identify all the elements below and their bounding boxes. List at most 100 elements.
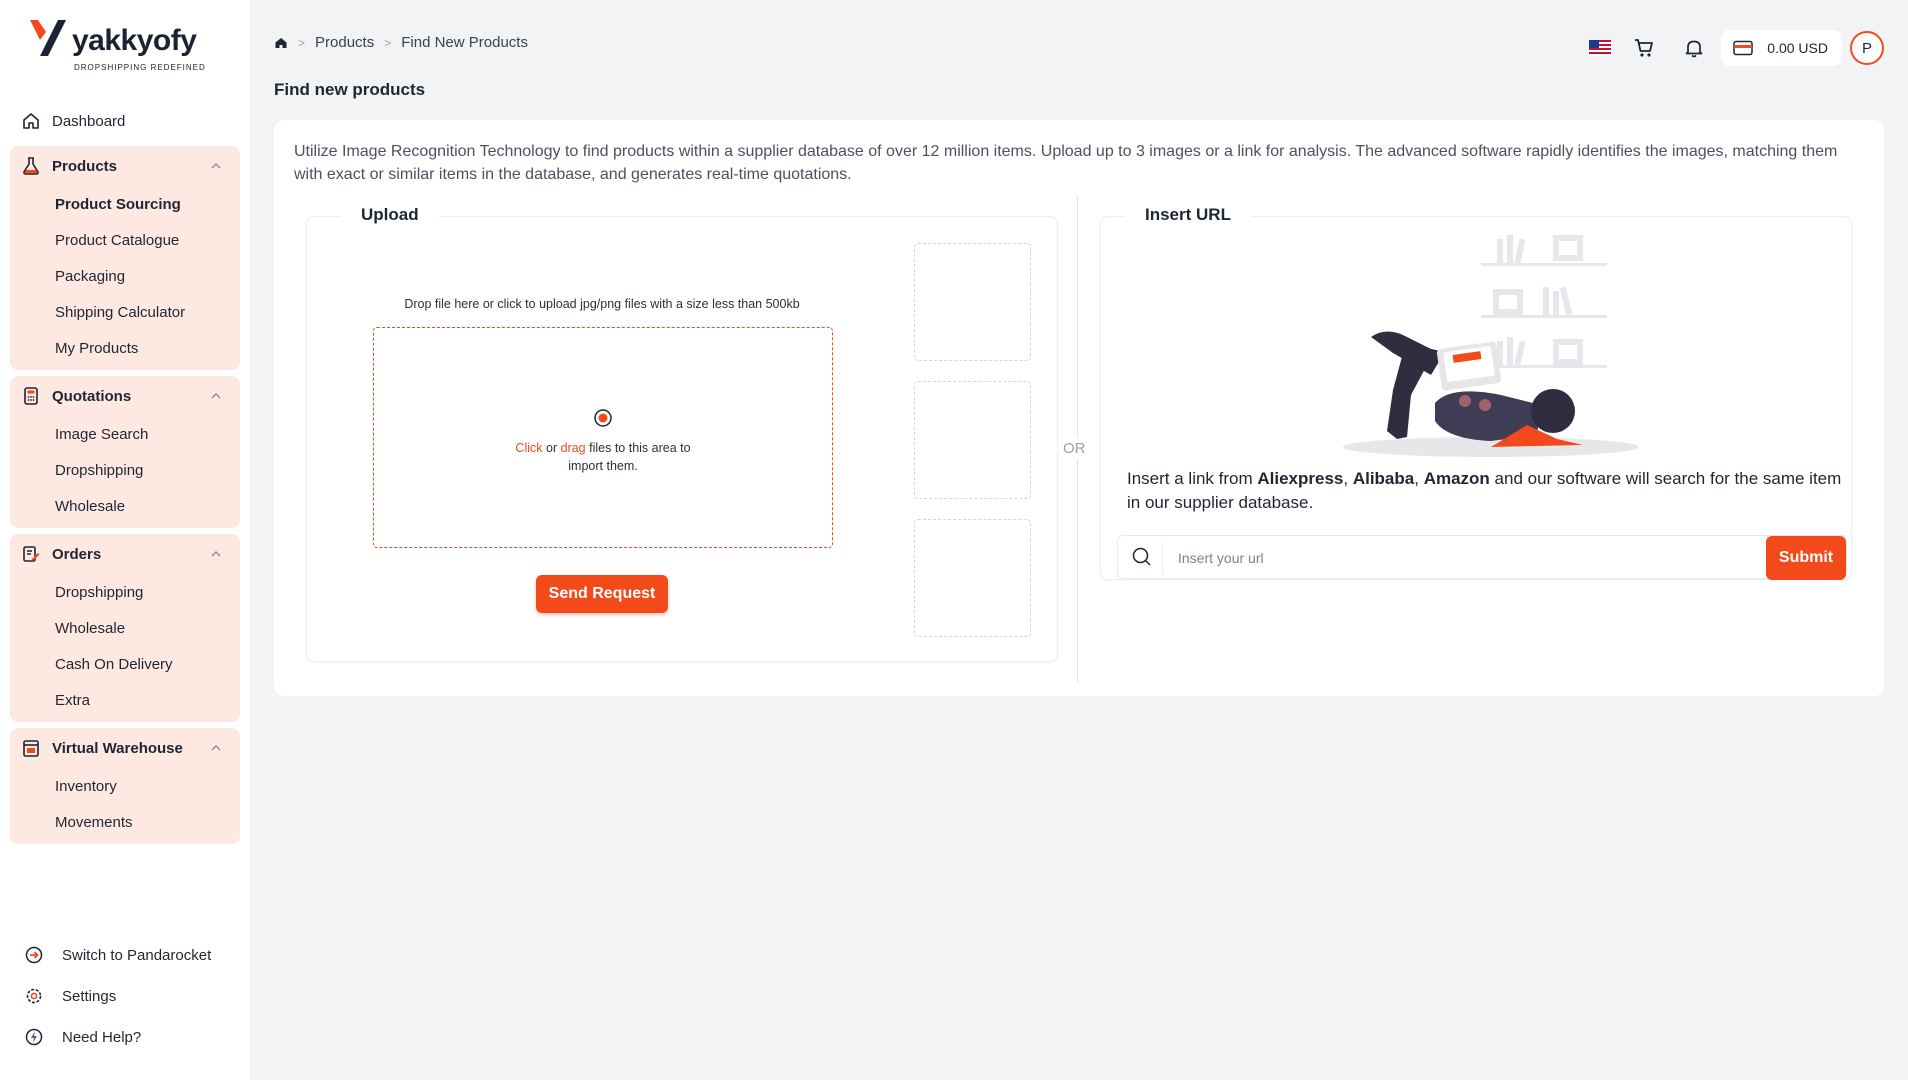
footer-link-label: Switch to Pandarocket <box>62 946 212 964</box>
sidebar-item-image-search[interactable]: Image Search <box>10 416 240 452</box>
sidebar-item-dashboard[interactable]: Dashboard <box>10 108 240 134</box>
sidebar-group-quotations: Quotations Image Search Dropshipping Who… <box>10 376 240 528</box>
bell-icon[interactable] <box>1683 37 1705 59</box>
breadcrumb-separator: > <box>298 35 306 50</box>
sidebar-group-header-products[interactable]: Products <box>10 146 240 186</box>
image-slot-2[interactable] <box>914 381 1031 499</box>
insert-url-description: Insert a link from Aliexpress, Alibaba, … <box>1127 467 1847 515</box>
sidebar-item-movements[interactable]: Movements <box>10 804 240 840</box>
sidebar-item-label: Dashboard <box>52 112 126 130</box>
or-word: or <box>546 441 558 455</box>
sidebar-group-virtual-warehouse: Virtual Warehouse Inventory Movements <box>10 728 240 844</box>
brand-name: yakkyofy <box>72 24 197 57</box>
need-help-link[interactable]: Need Help? <box>24 1024 141 1050</box>
sidebar-item-product-catalogue[interactable]: Product Catalogue <box>10 222 240 258</box>
or-separator: OR <box>1063 438 1086 459</box>
find-products-card: Utilize Image Recognition Technology to … <box>274 120 1884 696</box>
breadcrumb-item-current: Find New Products <box>401 34 528 51</box>
source-aliexpress: Aliexpress <box>1257 469 1344 488</box>
sidebar-item-inventory[interactable]: Inventory <box>10 768 240 804</box>
home-icon[interactable] <box>274 36 288 50</box>
chevron-up-icon[interactable] <box>210 742 222 754</box>
person-with-laptop-illustration <box>1343 235 1639 457</box>
breadcrumb-item-products[interactable]: Products <box>315 34 374 51</box>
sidebar-item-shipping-calculator[interactable]: Shipping Calculator <box>10 294 240 330</box>
switch-icon <box>24 945 62 965</box>
footer-link-label: Need Help? <box>62 1028 142 1046</box>
sidebar-item-quotations-dropshipping[interactable]: Dropshipping <box>10 452 240 488</box>
gear-icon <box>24 986 62 1006</box>
flask-icon <box>10 156 52 176</box>
url-input[interactable] <box>1170 542 1730 574</box>
insert-url-title: Insert URL <box>1125 205 1251 225</box>
switch-to-pandarocket-link[interactable]: Switch to Pandarocket <box>24 942 211 968</box>
chevron-up-icon[interactable] <box>210 390 222 402</box>
upload-hint: Drop file here or click to upload jpg/pn… <box>404 297 800 311</box>
upload-panel: Upload Drop file here or click to upload… <box>306 205 1058 662</box>
chevron-up-icon[interactable] <box>210 548 222 560</box>
settings-link[interactable]: Settings <box>24 983 116 1009</box>
warehouse-icon <box>10 738 52 758</box>
source-alibaba: Alibaba <box>1352 469 1415 488</box>
breadcrumb-separator: > <box>384 35 392 50</box>
home-icon <box>10 111 52 131</box>
image-slot-1[interactable] <box>914 243 1031 361</box>
url-search-bar: Submit <box>1117 535 1847 580</box>
send-request-button[interactable]: Send Request <box>536 575 668 613</box>
upload-title: Upload <box>341 205 439 225</box>
credit-card-icon <box>1733 40 1754 56</box>
main-content: > Products > Find New Products Find new … <box>250 8 1908 1080</box>
sidebar-group-label: Quotations <box>52 387 132 405</box>
logo-mark-icon <box>30 20 66 56</box>
sidebar-item-orders-wholesale[interactable]: Wholesale <box>10 610 240 646</box>
sidebar-item-packaging[interactable]: Packaging <box>10 258 240 294</box>
sidebar-item-cash-on-delivery[interactable]: Cash On Delivery <box>10 646 240 682</box>
url-desc-comma: , <box>1414 469 1424 488</box>
cart-icon[interactable] <box>1633 37 1655 59</box>
click-link[interactable]: Click <box>515 441 542 455</box>
breadcrumb: > Products > Find New Products <box>274 34 528 51</box>
submit-button[interactable]: Submit <box>1766 536 1846 580</box>
search-divider <box>1162 542 1163 574</box>
footer-link-label: Settings <box>62 987 117 1005</box>
upload-dropzone[interactable]: Click or drag files to this area to impo… <box>373 327 833 548</box>
image-slot-3[interactable] <box>914 519 1031 637</box>
page-title: Find new products <box>274 80 426 99</box>
wallet-balance[interactable]: 0.00 USD <box>1721 30 1842 66</box>
header-actions: 0.00 USD P <box>1589 30 1884 66</box>
dropzone-text: Click or drag files to this area to impo… <box>503 439 703 475</box>
insert-url-panel: Insert URL Insert a link from Aliexpress… <box>1100 205 1852 580</box>
sidebar-item-orders-dropshipping[interactable]: Dropshipping <box>10 574 240 610</box>
sidebar-group-orders: Orders Dropshipping Wholesale Cash On De… <box>10 534 240 722</box>
sidebar-group-label: Orders <box>52 545 102 563</box>
sidebar-group-label: Products <box>52 157 118 175</box>
url-desc-comma: , <box>1343 469 1353 488</box>
sidebar-group-products: Products Product Sourcing Product Catalo… <box>10 146 240 370</box>
chevron-up-icon[interactable] <box>210 160 222 172</box>
sidebar-group-header-quotations[interactable]: Quotations <box>10 376 240 416</box>
calculator-icon <box>10 386 52 406</box>
brand-tagline: DROPSHIPPING REDEFINED <box>74 63 206 72</box>
upload-icon <box>594 409 612 427</box>
sidebar-group-label: Virtual Warehouse <box>52 739 183 757</box>
brand-logo[interactable]: yakkyofy DROPSHIPPING REDEFINED <box>28 18 218 78</box>
sidebar-item-extra[interactable]: Extra <box>10 682 240 718</box>
sidebar-group-header-virtual-warehouse[interactable]: Virtual Warehouse <box>10 728 240 768</box>
search-icon <box>1132 547 1151 566</box>
sidebar-item-product-sourcing[interactable]: Product Sourcing <box>10 186 240 222</box>
help-icon <box>24 1027 62 1047</box>
sidebar-group-header-orders[interactable]: Orders <box>10 534 240 574</box>
avatar[interactable]: P <box>1850 31 1884 65</box>
drag-link: drag <box>560 441 586 455</box>
balance-amount: 0.00 USD <box>1767 40 1828 56</box>
url-desc-prefix: Insert a link from <box>1127 469 1258 488</box>
dropzone-rest: files to this area to import them. <box>568 441 691 473</box>
sidebar-item-my-products[interactable]: My Products <box>10 330 240 366</box>
us-flag-icon[interactable] <box>1589 40 1612 56</box>
sidebar-item-quotations-wholesale[interactable]: Wholesale <box>10 488 240 524</box>
intro-text: Utilize Image Recognition Technology to … <box>294 143 1838 183</box>
sidebar: yakkyofy DROPSHIPPING REDEFINED Dashboar… <box>0 0 250 1080</box>
edit-icon <box>10 544 52 564</box>
source-amazon: Amazon <box>1423 469 1490 488</box>
dropzone-content: Click or drag files to this area to impo… <box>374 408 832 475</box>
